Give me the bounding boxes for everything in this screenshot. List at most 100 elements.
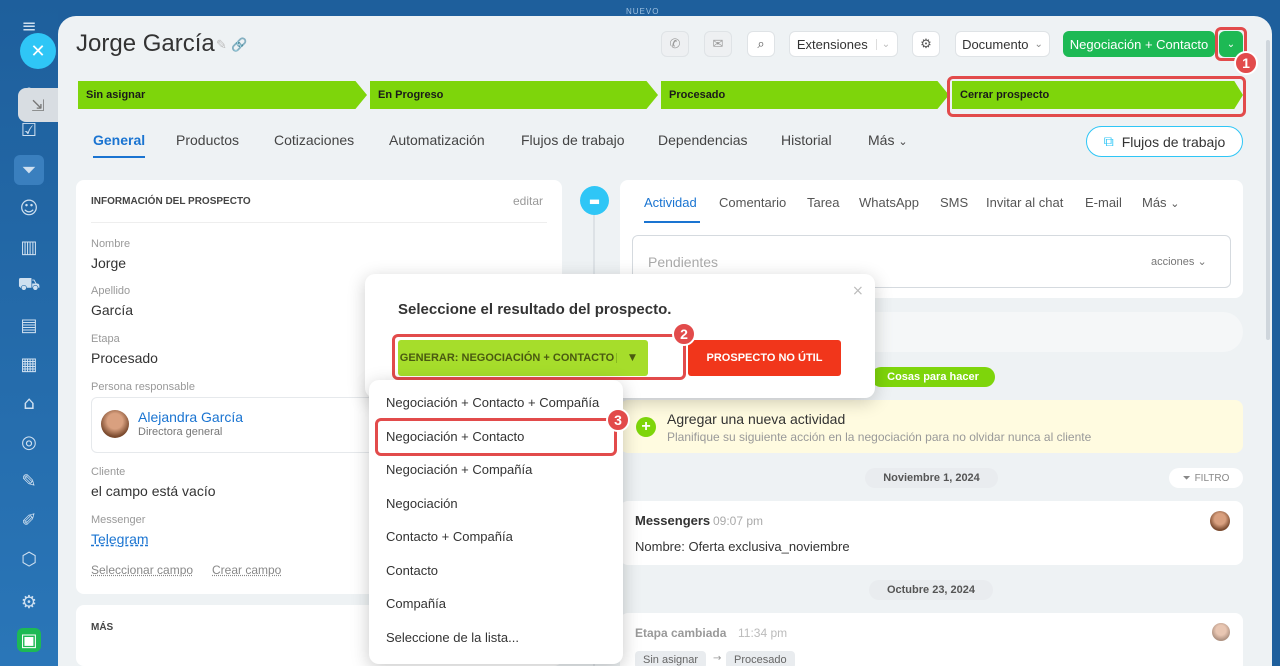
tab-flujos[interactable]: Flujos de trabajo	[521, 132, 625, 148]
collapse-icon[interactable]: ⇲	[18, 88, 58, 122]
tab-historial[interactable]: Historial	[781, 132, 832, 148]
messenger-value[interactable]: Telegram	[91, 531, 149, 547]
cart-icon[interactable]: ⛟	[17, 274, 41, 298]
tab-productos[interactable]: Productos	[176, 132, 239, 148]
stage-change-time: 11:34 pm	[738, 626, 788, 640]
responsible-name[interactable]: Alejandra García	[138, 409, 243, 425]
chat-icon[interactable]: ⌕	[747, 31, 775, 57]
tab-dependencias[interactable]: Dependencias	[658, 132, 748, 148]
extensions-label: Extensiones	[796, 36, 868, 52]
avatar	[1212, 623, 1230, 641]
mail-icon[interactable]: ✉	[704, 31, 732, 57]
activity-tab-comentario[interactable]: Comentario	[719, 195, 786, 210]
responsible-box[interactable]	[91, 397, 391, 453]
chevron-down-icon: ⌄	[1034, 38, 1043, 50]
filter-button[interactable]: ⏷ FILTRO	[1169, 468, 1243, 488]
settings-icon[interactable]: ⚙	[17, 590, 41, 614]
avatar	[1210, 511, 1230, 531]
edit-icon[interactable]: ✎ 🔗	[216, 38, 247, 53]
option-compania[interactable]: Compañía	[386, 596, 446, 611]
name-value: Jorge	[91, 255, 127, 271]
create-field-link[interactable]: Crear campo	[212, 563, 281, 577]
name-label: Nombre	[91, 238, 131, 250]
flows-button[interactable]: ⧉ Flujos de trabajo	[1086, 126, 1243, 157]
extensions-button[interactable]: Extensiones ⌄	[789, 31, 898, 57]
message-time: 09:07 pm	[713, 514, 764, 528]
stage-en-progreso[interactable]: En Progreso	[370, 81, 658, 109]
active-underline	[644, 221, 700, 223]
client-label: Cliente	[91, 466, 126, 478]
step-badge-3: 3	[606, 408, 630, 432]
actions-dropdown[interactable]: acciones ⌄	[1151, 255, 1207, 268]
comment-icon: ▬	[580, 186, 609, 215]
option-contacto[interactable]: Contacto	[386, 563, 438, 578]
tab-cotizaciones[interactable]: Cotizaciones	[274, 132, 354, 148]
client-value: el campo está vacío	[91, 483, 216, 499]
arrow-right-icon: →	[713, 653, 722, 664]
option-contacto-compania[interactable]: Contacto + Compañía	[386, 529, 513, 544]
store-app-icon[interactable]: ▣	[17, 628, 41, 652]
message-source: Messengers	[635, 513, 711, 528]
activity-tab-whatsapp[interactable]: WhatsApp	[859, 195, 919, 210]
calendar-icon[interactable]: ▦	[17, 352, 41, 376]
edit-link[interactable]: editar	[513, 194, 543, 208]
filter-icon: ⏷	[1182, 472, 1191, 484]
step-badge-1: 1	[1234, 51, 1258, 75]
activity-tab-email[interactable]: E-mail	[1085, 195, 1122, 210]
close-icon[interactable]: ✕	[20, 33, 56, 69]
activity-tab-invitar[interactable]: Invitar al chat	[986, 195, 1063, 210]
documento-label: Documento	[962, 36, 1029, 52]
stage-value: Procesado	[91, 350, 158, 366]
surname-value: García	[91, 302, 134, 318]
activity-tab-sms[interactable]: SMS	[940, 195, 968, 210]
stage-sin-asignar[interactable]: Sin asignar	[78, 81, 367, 109]
activity-tab-actividad[interactable]: Actividad	[644, 195, 697, 210]
surname-label: Apellido	[91, 285, 131, 297]
messenger-label: Messenger	[91, 514, 146, 526]
robot-icon[interactable]: ☺	[17, 196, 41, 220]
add-activity-title: Agregar una nueva actividad	[667, 411, 846, 427]
avatar	[101, 410, 129, 438]
stage-procesado[interactable]: Procesado	[661, 81, 949, 109]
option-negociacion[interactable]: Negociación	[386, 496, 458, 511]
documento-button[interactable]: Documento ⌄	[955, 31, 1050, 57]
select-field-link[interactable]: Seleccionar campo	[91, 563, 193, 577]
sign-icon[interactable]: ✐	[17, 508, 41, 532]
date-pill: Noviembre 1, 2024	[865, 468, 998, 488]
highlight-box	[392, 334, 686, 380]
date-pill: Octubre 23, 2024	[869, 580, 993, 600]
option-seleccione-lista[interactable]: Seleccione de la lista...	[386, 630, 519, 645]
close-icon[interactable]: ×	[852, 283, 864, 299]
card-icon[interactable]: ▤	[17, 313, 41, 337]
document-icon[interactable]: ✎	[17, 469, 41, 493]
todo-pill: Cosas para hacer	[871, 367, 995, 387]
flow-icon: ⧉	[1103, 133, 1114, 150]
divider	[91, 222, 547, 223]
pending-placeholder: Pendientes	[648, 254, 719, 270]
target-icon[interactable]: ◎	[17, 430, 41, 454]
responsible-role: Directora general	[138, 426, 223, 438]
plus-icon[interactable]: +	[636, 417, 656, 437]
option-negociacion-contacto-compania[interactable]: Negociación + Contacto + Compañía	[386, 395, 599, 410]
page-title: Jorge García	[76, 30, 215, 57]
phone-icon[interactable]: ✆	[661, 31, 689, 57]
scrollbar[interactable]	[1266, 40, 1270, 340]
tab-general[interactable]: General	[93, 132, 146, 158]
add-activity-subtitle: Planifique su siguiente acción en la neg…	[667, 430, 1092, 444]
box-icon[interactable]: ⬡	[17, 547, 41, 571]
tab-automatizacion[interactable]: Automatización	[389, 132, 485, 148]
activity-tabs: Actividad Comentario Tarea WhatsApp SMS …	[644, 195, 1244, 223]
flows-label: Flujos de trabajo	[1121, 133, 1226, 150]
store-icon[interactable]: ⌂	[17, 391, 41, 415]
highlight-box	[947, 76, 1246, 117]
useless-button[interactable]: PROSPECTO NO ÚTIL	[688, 340, 841, 376]
gear-icon[interactable]: ⚙	[912, 31, 940, 57]
highlight-box	[375, 418, 617, 456]
option-negociacion-compania[interactable]: Negociación + Compañía	[386, 462, 532, 477]
activity-tab-mas[interactable]: Más ⌄	[1142, 195, 1179, 210]
convert-button[interactable]: Negociación + Contacto	[1063, 31, 1215, 57]
chart-icon[interactable]: ▥	[17, 235, 41, 259]
chevron-down-icon: ⌄	[898, 135, 908, 148]
activity-tab-tarea[interactable]: Tarea	[807, 195, 840, 210]
tab-mas[interactable]: Más ⌄	[868, 132, 908, 148]
